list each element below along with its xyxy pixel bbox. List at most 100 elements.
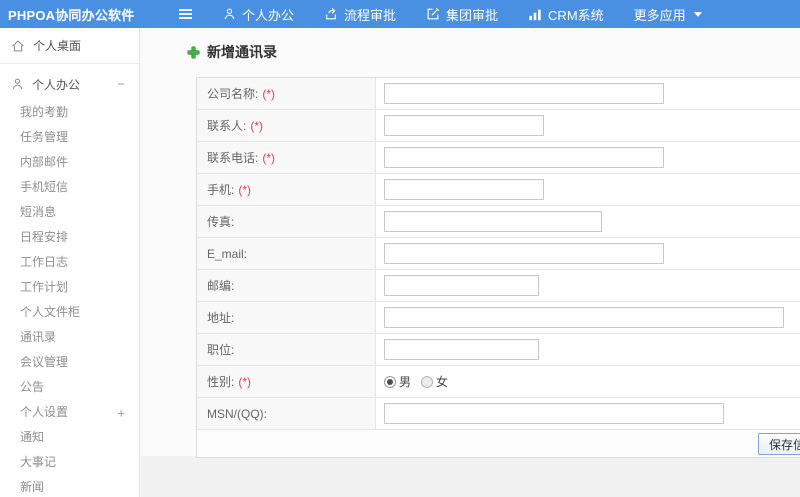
sidebar-item-label: 个人办公 [32, 77, 81, 92]
gender-option-0[interactable]: 男 [384, 373, 411, 390]
field-input-cell [376, 238, 800, 269]
sidebar-item-short-message[interactable]: 短消息 [0, 200, 139, 225]
add-plus-icon [187, 45, 200, 59]
required-marker: (*) [238, 374, 252, 389]
sidebar-item-label: 个人桌面 [33, 39, 82, 53]
sidebar-item-label: 大事记 [20, 455, 57, 469]
caret-down-icon [693, 11, 702, 17]
sidebar-item-label: 会议管理 [20, 355, 69, 369]
email-input[interactable] [384, 243, 664, 264]
sidebar-item-my-attendance[interactable]: 我的考勤 [0, 100, 139, 125]
sidebar-item-label: 公告 [20, 380, 45, 394]
field-label: 公司名称: [207, 87, 259, 101]
sidebar-item-personal-settings[interactable]: 个人设置 + [0, 400, 139, 425]
sidebar-item-task-management[interactable]: 任务管理 [0, 125, 139, 150]
mobile-input[interactable] [384, 179, 544, 200]
position-input[interactable] [384, 339, 539, 360]
field-input-cell [376, 174, 800, 205]
msn-qq-input[interactable] [384, 403, 724, 424]
field-label: 性别: [207, 375, 235, 389]
field-label-cell: E_mail: [197, 238, 376, 269]
app-brand: PHPOA协同办公软件 [8, 7, 135, 23]
contact-phone-input[interactable] [384, 147, 664, 168]
radio-unselected-icon[interactable] [421, 375, 434, 388]
nav-item-crm-system[interactable]: CRM系统 [528, 5, 604, 24]
contact-person-input[interactable] [384, 115, 544, 136]
gender-option-1[interactable]: 女 [421, 373, 448, 390]
flow-approval-icon [324, 7, 338, 21]
sidebar-item-label: 工作日志 [20, 255, 69, 269]
field-label-cell: 公司名称: (*) [197, 78, 376, 109]
sidebar-item-address-book[interactable]: 通讯录 [0, 325, 139, 350]
form-row-contact-person: 联系人: (*) [197, 110, 800, 142]
nav-item-personal-office[interactable]: 个人办公 [223, 5, 294, 24]
sidebar-item-label: 工作计划 [20, 280, 69, 294]
sidebar-item-internal-mail[interactable]: 内部邮件 [0, 150, 139, 175]
field-label: 联系电话: [207, 151, 259, 165]
required-marker: (*) [238, 182, 252, 197]
field-label-cell: 传真: [197, 206, 376, 237]
radio-option-label: 男 [399, 375, 412, 389]
sidebar-item-label: 短消息 [20, 205, 57, 219]
field-label-cell: 联系人: (*) [197, 110, 376, 141]
form-row-zip-code: 邮编: [197, 270, 800, 302]
sidebar-item-news[interactable]: 新闻 [0, 475, 139, 497]
collapse-toggle-icon[interactable]: − [117, 77, 125, 92]
field-input-cell [376, 78, 800, 109]
save-button[interactable]: 保存信息 [758, 433, 800, 455]
sidebar-item-announcement[interactable]: 公告 [0, 375, 139, 400]
person-icon [223, 7, 236, 21]
sidebar-item-work-log[interactable]: 工作日志 [0, 250, 139, 275]
bar-chart-icon [528, 8, 542, 21]
sidebar-item-personal-cabinet[interactable]: 个人文件柜 [0, 300, 139, 325]
sidebar-item-personal-desktop[interactable]: 个人桌面 [0, 28, 139, 64]
field-label-cell: 邮编: [197, 270, 376, 301]
page-title-text: 新增通讯录 [207, 44, 277, 60]
sidebar-item-schedule[interactable]: 日程安排 [0, 225, 139, 250]
topbar: PHPOA协同办公软件 个人办公 流程审批 集团审批 CRM系统 更多应用 [0, 0, 800, 28]
field-input-cell [376, 270, 800, 301]
sidebar-item-label: 内部邮件 [20, 155, 69, 169]
gender-radio-group: 男女 [384, 373, 448, 390]
field-input-cell [376, 110, 800, 141]
nav-item-more-apps[interactable]: 更多应用 [634, 5, 702, 24]
field-input-cell [376, 398, 800, 429]
form-row-gender: 性别: (*) 男女 [197, 366, 800, 398]
sidebar-item-mobile-sms[interactable]: 手机短信 [0, 175, 139, 200]
person-icon [11, 77, 24, 91]
content-bottom-strip [141, 456, 800, 497]
field-label: 传真: [207, 215, 235, 229]
topbar-nav: 个人办公 流程审批 集团审批 CRM系统 更多应用 [193, 5, 702, 24]
sidebar-item-label: 通讯录 [20, 330, 57, 344]
sidebar-item-personal-office[interactable]: 个人办公 − [0, 70, 139, 98]
form-row-mobile: 手机: (*) [197, 174, 800, 206]
sidebar-item-label: 新闻 [20, 480, 45, 494]
page-title: 新增通讯录 [187, 42, 277, 62]
sidebar-item-notification[interactable]: 通知 [0, 425, 139, 450]
fax-input[interactable] [384, 211, 602, 232]
nav-item-group-approval[interactable]: 集团审批 [426, 5, 498, 24]
nav-item-label: 更多应用 [633, 7, 686, 23]
nav-item-label: 流程审批 [344, 7, 397, 23]
required-marker: (*) [262, 150, 276, 165]
sidebar-item-label: 通知 [20, 430, 45, 444]
main-content: 新增通讯录 公司名称: (*) 联系人: (*) 联系电话: (*) 手机: (*) 传真: E_… [141, 28, 800, 497]
zip-code-input[interactable] [384, 275, 539, 296]
nav-item-label: 个人办公 [242, 7, 295, 23]
nav-item-label: CRM系统 [548, 7, 604, 23]
sidebar-item-work-plan[interactable]: 工作计划 [0, 275, 139, 300]
company-name-input[interactable] [384, 83, 664, 104]
address-input[interactable] [384, 307, 784, 328]
form-row-fax: 传真: [197, 206, 800, 238]
sidebar: 个人桌面 个人办公 − 我的考勤 任务管理内部邮件手机短信短消息日程安排工作日志工… [0, 28, 140, 497]
hamburger-menu-button[interactable] [178, 8, 193, 20]
sidebar-item-major-events[interactable]: 大事记 [0, 450, 139, 475]
sidebar-item-meeting-mgmt[interactable]: 会议管理 [0, 350, 139, 375]
nav-item-workflow-approval[interactable]: 流程审批 [324, 5, 396, 24]
field-input-cell [376, 142, 800, 173]
sidebar-item-label: 手机短信 [20, 180, 69, 194]
radio-selected-icon[interactable] [384, 375, 396, 388]
radio-option-label: 女 [436, 375, 449, 389]
field-input-cell [376, 302, 800, 333]
expand-toggle-icon[interactable]: + [117, 400, 125, 425]
